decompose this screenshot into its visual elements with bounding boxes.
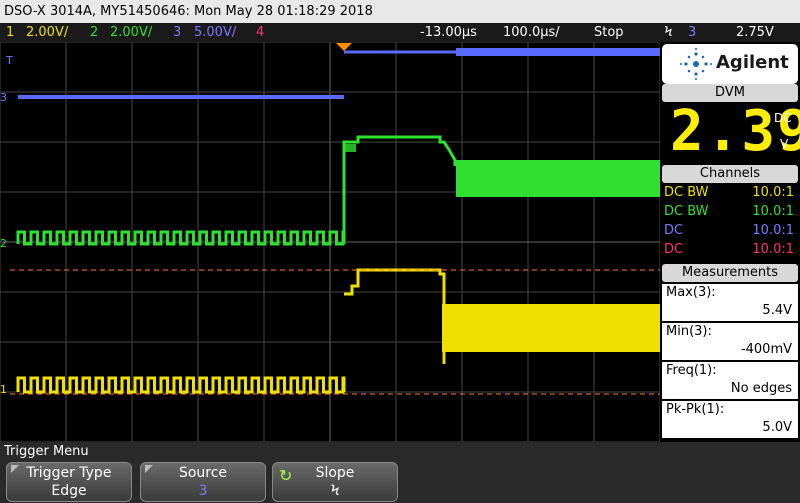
measurement-label: Pk-Pk(1): [666,402,725,417]
rotate-knob-icon: ↻ [279,466,293,485]
title-bar: DSO-X 3014A, MY51450646: Mon May 28 01:1… [0,0,800,23]
measurement-label: Max(3): [666,285,716,300]
ch1-ground-marker: 1 [0,383,7,396]
ch1-trace-step [344,268,446,364]
ch3-ground-marker: 3 [0,91,7,104]
ch3-number[interactable]: 3 [173,23,181,42]
softkey-value: 3 [198,483,208,499]
ch1-number[interactable]: 1 [6,23,14,42]
run-state[interactable]: Stop [594,23,624,42]
slope-softkey[interactable]: ↻ Slope Ϟ [272,462,398,502]
corner-arrow-icon [11,465,19,473]
right-panel: Agilent DVM 2.39 DC V Channels DC BW 10.0… [660,42,800,442]
ch4-number[interactable]: 4 [256,23,264,42]
softkey-label: Trigger Type [26,465,112,481]
measurements-header: Measurements [662,264,798,282]
measurement-item[interactable]: Min(3): -400mV [662,323,798,360]
channel-coupling: DC BW [664,185,709,200]
dvm-display: 2.39 DC V [662,99,800,165]
ch1-trace-band [442,304,660,352]
ch3-scale: 5.00V/ [194,25,237,40]
measurement-value: No edges [730,381,792,396]
trigger-level: 2.75V [736,25,774,40]
channel-row-2: DC BW 10.0:1 [662,203,798,221]
channel-probe-ratio: 10.0:1 [752,185,794,200]
channels-header: Channels [662,165,798,183]
ch2-trace-step [342,135,457,244]
graticule: 3 2 1 T [0,42,660,442]
measurement-value: 5.4V [762,303,792,318]
channel-probe-ratio: 10.0:1 [752,223,794,238]
waveform-display[interactable]: 3 2 1 T [0,42,660,442]
measurement-label: Min(3): [666,324,712,339]
ch1-scale: 2.00V/ [26,25,69,40]
trigger-edge-icon: Ϟ [664,25,673,40]
ch2-trace-band [456,160,660,197]
logo-text: Agilent [716,52,789,73]
source-softkey[interactable]: Source 3 [140,462,266,502]
status-bar: 1 2.00V/ 2 2.00V/ 3 5.00V/ 4 -13.00µs 10… [0,23,800,42]
dvm-mode: DC [774,111,792,125]
softkey-value: Edge [51,483,87,499]
softkey-menu: Trigger Menu Trigger Type Edge Source 3 … [0,442,800,503]
dvm-unit: V [780,137,789,151]
trigger-type-softkey[interactable]: Trigger Type Edge [6,462,132,502]
channel-coupling: DC [664,223,684,238]
measurement-value: 5.0V [762,420,792,435]
measurement-item[interactable]: Pk-Pk(1): 5.0V [662,401,798,438]
ch2-trace-glitch [344,144,356,152]
channel-probe-ratio: 10.0:1 [752,242,794,257]
channel-row-3: DC 10.0:1 [662,222,798,240]
measurement-item[interactable]: Max(3): 5.4V [662,284,798,321]
channel-row-4: DC 10.0:1 [662,241,798,259]
trigger-position-marker [336,43,352,51]
ch2-number[interactable]: 2 [90,23,98,42]
channel-row-1: DC BW 10.0:1 [662,184,798,202]
measurement-value: -400mV [740,342,792,357]
ch1-trace-square [16,376,346,394]
softkey-label: Source [178,465,228,481]
trigger-delay: -13.00µs [420,25,477,40]
logo: Agilent [662,44,798,84]
trigger-source: 3 [688,25,697,40]
channel-coupling: DC BW [664,204,709,219]
timebase-scale: 100.0µs/ [503,25,560,40]
ch2-ground-marker: 2 [0,237,7,250]
dvm-value: 2.39 [670,99,800,164]
spark-icon [680,48,712,80]
measurement-label: Freq(1): [666,363,717,378]
ch3-trace-band [456,48,660,56]
channel-probe-ratio: 10.0:1 [752,204,794,219]
menu-title: Trigger Menu [4,444,89,459]
corner-arrow-icon [145,465,153,473]
channel-coupling: DC [664,242,684,257]
ch2-scale: 2.00V/ [110,25,153,40]
measurement-item[interactable]: Freq(1): No edges [662,362,798,399]
trigger-level-marker: T [5,54,13,67]
